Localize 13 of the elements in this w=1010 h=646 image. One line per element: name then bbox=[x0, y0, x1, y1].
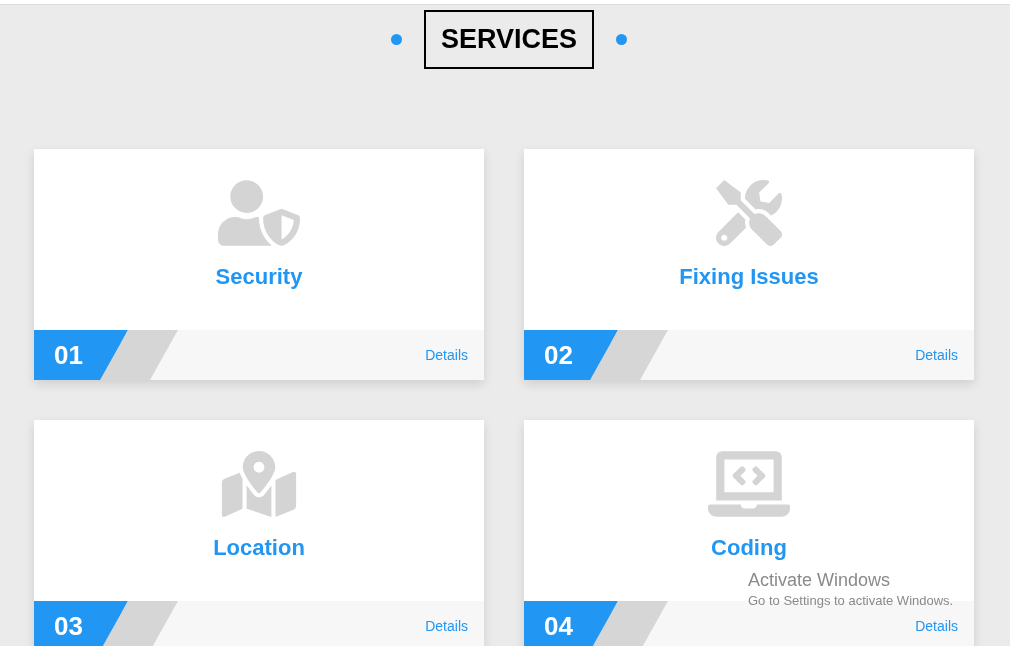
user-shield-icon bbox=[218, 180, 300, 246]
details-link[interactable]: Details bbox=[915, 615, 958, 637]
service-title: Security bbox=[215, 263, 303, 291]
service-title: Coding bbox=[711, 534, 787, 562]
activation-hint: Go to Settings to activate Windows. bbox=[748, 592, 954, 610]
service-title: Location bbox=[213, 534, 305, 562]
service-title: Fixing Issues bbox=[679, 263, 819, 291]
details-link[interactable]: Details bbox=[915, 344, 958, 366]
details-link[interactable]: Details bbox=[425, 344, 468, 366]
activation-title: Activate Windows bbox=[748, 569, 892, 592]
details-link[interactable]: Details bbox=[425, 615, 468, 637]
section-heading: SERVICES bbox=[424, 10, 594, 69]
laptop-code-icon bbox=[708, 451, 790, 517]
